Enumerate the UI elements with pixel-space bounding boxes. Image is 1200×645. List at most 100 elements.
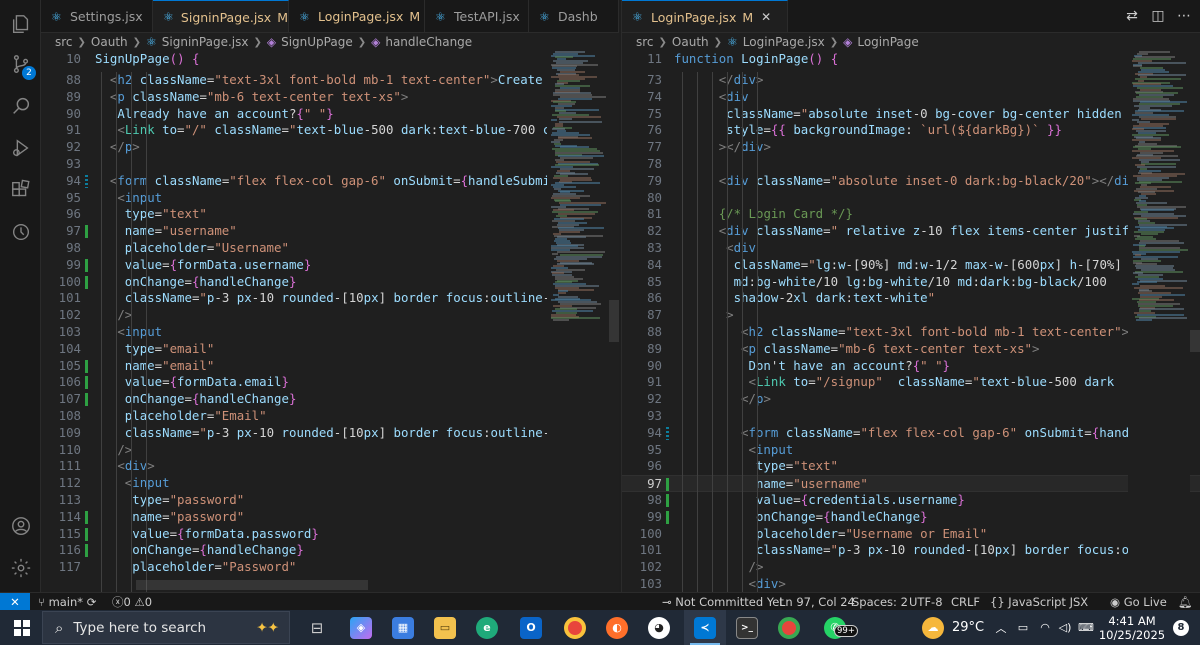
breadcrumb-item[interactable]: SignUpPage <box>281 35 353 49</box>
code-line[interactable]: 98 value={credentials.username} <box>622 492 1200 509</box>
horizontal-scrollbar[interactable] <box>136 580 368 590</box>
cursor-position[interactable]: Ln 97, Col 24 <box>779 593 855 611</box>
run-debug-icon[interactable] <box>0 128 41 168</box>
code-line[interactable]: 76 style={{ backgroundImage: `url(${darkB… <box>622 122 1200 139</box>
clock[interactable]: 4:41 AM 10/25/2025 <box>1098 610 1166 645</box>
code-line[interactable]: 99 value={formData.username} <box>41 257 619 274</box>
compare-changes-icon[interactable]: ⇄ <box>1124 8 1140 24</box>
code-line[interactable]: 73</div> <box>622 72 1200 89</box>
sticky-scroll-line[interactable]: 10 SignUpPage() { <box>41 51 619 68</box>
breadcrumb-item[interactable]: LoginPage.jsx <box>743 35 825 49</box>
store-app-icon[interactable]: ▦ <box>386 610 420 645</box>
code-line[interactable]: 97 name="username" <box>41 223 619 240</box>
code-line[interactable]: 80 <box>622 190 1200 207</box>
breadcrumb-item[interactable]: SigninPage.jsx <box>162 35 249 49</box>
code-line[interactable]: 104 type="email" <box>41 341 619 358</box>
code-line[interactable]: 95 <input <box>622 442 1200 459</box>
tab-loginpage-jsx[interactable]: ⚛ LoginPage.jsx M ✕ <box>622 0 788 32</box>
tab-loginpage-jsx[interactable]: ⚛ LoginPage.jsx M <box>289 0 425 32</box>
breadcrumb-item[interactable]: LoginPage <box>857 35 918 49</box>
code-line[interactable]: 88 <h2 className="text-3xl font-bold mb-1… <box>41 72 619 89</box>
firefox-browser-icon[interactable]: ◐ <box>600 610 634 645</box>
copilot-app-icon[interactable]: ◈ <box>344 610 378 645</box>
weather-icon[interactable]: ☁ <box>918 610 948 645</box>
tab-dashboard[interactable]: ⚛ Dashb <box>529 0 619 32</box>
github-desktop-icon[interactable]: ◕ <box>642 610 676 645</box>
code-line[interactable]: 108 placeholder="Email" <box>41 408 619 425</box>
taskbar-search-box[interactable]: ⌕ Type here to search ✦✦ <box>42 611 290 644</box>
code-line[interactable]: 74 <div <box>622 89 1200 106</box>
wifi-icon[interactable]: ◠ <box>1036 610 1054 645</box>
code-line[interactable]: 94 <form className="flex flex-col gap-6" … <box>41 173 619 190</box>
code-line[interactable]: 93 <box>41 156 619 173</box>
code-line[interactable]: 105 name="email" <box>41 358 619 375</box>
code-line[interactable]: 102 /> <box>622 559 1200 576</box>
chrome-browser-icon[interactable] <box>558 610 592 645</box>
weather-temperature[interactable]: 29°C <box>948 610 988 645</box>
code-line[interactable]: 94 <form className="flex flex-col gap-6" … <box>622 425 1200 442</box>
language-icon[interactable]: ⌨ <box>1077 610 1095 645</box>
extensions-icon[interactable] <box>0 170 41 210</box>
breadcrumb-item[interactable]: Oauth <box>91 35 128 49</box>
code-line[interactable]: 101 className="p-3 px-10 rounded-[10px] b… <box>41 290 619 307</box>
code-line[interactable]: 96 type="text" <box>41 206 619 223</box>
code-line[interactable]: 90 Don't have an account?{" "} <box>622 358 1200 375</box>
vertical-scrollbar[interactable] <box>1190 330 1200 352</box>
code-line[interactable]: 85 md:bg-white/10 lg:bg-white/10 md:dark:… <box>622 274 1200 291</box>
code-line[interactable]: 92 </p> <box>622 391 1200 408</box>
whatsapp-app-icon[interactable]: ✆ 99+ <box>814 610 858 645</box>
code-line[interactable]: 96 type="text" <box>622 458 1200 475</box>
chevron-up-icon[interactable]: ︿ <box>993 610 1009 645</box>
windows-start-icon[interactable] <box>4 610 40 645</box>
problems-indicator[interactable]: ⓧ0 ⚠0 <box>112 593 152 611</box>
line-ending[interactable]: CRLF <box>951 593 980 611</box>
code-line[interactable]: 84 className="lg:w-[90%] md:w-1/2 max-w-[… <box>622 257 1200 274</box>
code-line[interactable]: 101 className="p-3 px-10 rounded-[10px] b… <box>622 542 1200 559</box>
search-icon[interactable] <box>0 86 41 126</box>
close-icon[interactable]: ✕ <box>761 10 771 24</box>
code-line[interactable]: 106 value={formData.email} <box>41 374 619 391</box>
breadcrumb-item[interactable]: handleChange <box>385 35 472 49</box>
task-view-icon[interactable]: ⊟ <box>302 610 332 645</box>
code-line[interactable]: 79 <div className="absolute inset-0 dark:… <box>622 173 1200 190</box>
indentation[interactable]: Spaces: 2 <box>852 593 908 611</box>
code-line[interactable]: 82 <div className=" relative z-10 flex it… <box>622 223 1200 240</box>
code-line[interactable]: 110/> <box>41 442 619 459</box>
git-blame-status[interactable]: ⊸ Not Committed Yet <box>662 593 784 611</box>
explorer-icon[interactable] <box>0 4 41 44</box>
code-line[interactable]: 89 <p className="mb-6 text-center text-xs… <box>41 89 619 106</box>
code-line[interactable]: 83 <div <box>622 240 1200 257</box>
outlook-app-icon[interactable]: O <box>514 610 548 645</box>
tab-signinpage-jsx[interactable]: ⚛ SigninPage.jsx M <box>153 0 289 32</box>
notifications-icon[interactable]: 🔔︎ <box>1178 593 1193 611</box>
code-line[interactable]: 91 <Link to="/" className="text-blue-500 … <box>41 122 619 139</box>
breadcrumb-item[interactable]: Oauth <box>672 35 709 49</box>
code-line[interactable]: 117 placeholder="Password" <box>41 559 619 576</box>
code-line[interactable]: 92 </p> <box>41 139 619 156</box>
code-line[interactable]: 91 <Link to="/signup" className="text-blu… <box>622 374 1200 391</box>
battery-icon[interactable]: ▭ <box>1013 610 1033 645</box>
code-line[interactable]: 100 onChange={handleChange} <box>41 274 619 291</box>
code-line[interactable]: 93 <box>622 408 1200 425</box>
code-line[interactable]: 103 <input <box>41 324 619 341</box>
notification-center-icon[interactable]: 8 <box>1168 610 1194 645</box>
code-line[interactable]: 81 {/* Login Card */} <box>622 206 1200 223</box>
tab-settings-jsx[interactable]: ⚛ Settings.jsx <box>41 0 153 32</box>
terminal-app-icon[interactable]: >_ <box>730 610 764 645</box>
code-line[interactable]: 75 className="absolute inset-0 bg-cover b… <box>622 106 1200 123</box>
vertical-scrollbar[interactable] <box>609 300 619 342</box>
code-line[interactable]: 87 > <box>622 307 1200 324</box>
tab-testapi-jsx[interactable]: ⚛ TestAPI.jsx <box>425 0 529 32</box>
code-editor[interactable]: 10 SignUpPage() { 88 <h2 className="text-3x… <box>41 51 619 592</box>
account-icon[interactable] <box>0 506 41 546</box>
timeline-icon[interactable] <box>0 212 41 252</box>
encoding[interactable]: UTF-8 <box>909 593 943 611</box>
chrome-browser-icon-2[interactable] <box>772 610 806 645</box>
code-line[interactable]: 115 value={formData.password} <box>41 526 619 543</box>
sticky-scroll-line[interactable]: 11 function LoginPage() { <box>622 51 1200 68</box>
code-line[interactable]: 78 <box>622 156 1200 173</box>
code-line[interactable]: 113 type="password" <box>41 492 619 509</box>
go-live-button[interactable]: ◉ Go Live <box>1110 593 1167 611</box>
file-explorer-icon[interactable]: ▭ <box>428 610 462 645</box>
code-line[interactable]: 116 onChange={handleChange} <box>41 542 619 559</box>
